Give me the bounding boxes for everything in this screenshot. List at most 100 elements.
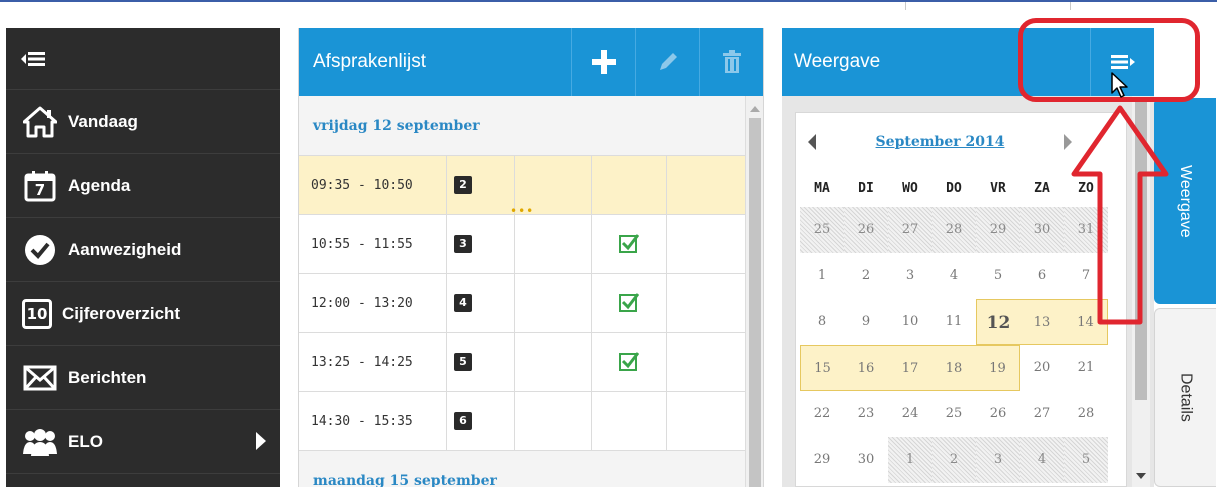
appointment-time: 10:55 - 11:55 [299, 215, 447, 273]
appointment-time: 14:30 - 15:35 [299, 392, 447, 450]
calendar-icon: 7 [22, 168, 58, 204]
grade-icon-number: 10 [26, 304, 48, 323]
scroll-down-icon[interactable] [1136, 473, 1146, 479]
calendar-day[interactable]: 25 [800, 207, 844, 253]
calendar-day[interactable]: 27 [1020, 391, 1064, 437]
calendar-day[interactable]: 13 [1020, 299, 1064, 345]
calendar-day[interactable]: 3 [888, 253, 932, 299]
tab-label: Details [1177, 373, 1195, 422]
appointments-panel: Afsprakenlijst vrijdag 12 september 09:3… [298, 28, 764, 487]
calendar-day[interactable]: 4 [1020, 437, 1064, 483]
calendar-day[interactable]: 4 [932, 253, 976, 299]
tab-details[interactable]: Details [1154, 308, 1216, 487]
calendar-day[interactable]: 21 [1064, 345, 1108, 391]
sidebar-item-label: Cijferoverzicht [62, 303, 181, 323]
sidebar-item-label: Agenda [68, 175, 131, 195]
weekday-label: MA [814, 181, 830, 196]
appointment-row[interactable]: 14:30 - 15:35 6 [299, 392, 745, 451]
calendar-day[interactable]: 15 [800, 345, 844, 391]
calendar-day[interactable]: 9 [844, 299, 888, 345]
calendar-day[interactable]: 20 [1020, 345, 1064, 391]
appointments-list: vrijdag 12 september 09:35 - 10:50 2 •••… [299, 96, 745, 487]
sidebar-item-berichten[interactable]: Berichten [6, 346, 280, 410]
users-icon [22, 424, 58, 460]
appointment-time: 09:35 - 10:50 [299, 156, 447, 214]
appointments-header: Afsprakenlijst [299, 28, 763, 96]
calendar-day[interactable]: 23 [844, 391, 888, 437]
calendar-day[interactable]: 19 [976, 345, 1020, 391]
calendar-day[interactable]: 22 [800, 391, 844, 437]
calendar-day[interactable]: 1 [800, 253, 844, 299]
appointment-time: 13:25 - 14:25 [299, 333, 447, 391]
pencil-icon [659, 53, 677, 70]
calendar-day[interactable]: 2 [844, 253, 888, 299]
calendar-day[interactable]: 30 [844, 437, 888, 483]
appointment-row[interactable]: 09:35 - 10:50 2 ••• [299, 156, 745, 218]
sidebar-item-aanwezigheid[interactable]: Aanwezigheid [6, 218, 280, 282]
calendar-week: 29 30 1 2 3 4 5 [796, 437, 1126, 483]
calendar-day[interactable]: 5 [1064, 437, 1108, 483]
calendar-day[interactable]: 5 [976, 253, 1020, 299]
tab-label: Weergave [1177, 164, 1194, 238]
sidebar-toggle-button[interactable] [6, 28, 280, 90]
calendar-day[interactable]: 28 [932, 207, 976, 253]
plus-icon [591, 50, 616, 74]
calendar-month-link[interactable]: September 2014 [876, 134, 1005, 150]
calendar-day[interactable]: 28 [1064, 391, 1108, 437]
envelope-icon [22, 360, 58, 396]
calendar-week: 22 23 24 25 26 27 28 [796, 391, 1126, 437]
calendar-day[interactable]: 8 [800, 299, 844, 345]
calendar-day[interactable]: 27 [888, 207, 932, 253]
previous-month-icon[interactable] [808, 134, 816, 150]
scrollbar-thumb[interactable] [749, 118, 761, 487]
collapse-menu-icon [21, 51, 45, 66]
sidebar-item-vandaag[interactable]: Vandaag [6, 90, 280, 154]
calendar-day[interactable]: 26 [976, 391, 1020, 437]
calendar-day[interactable]: 6 [1020, 253, 1064, 299]
calendar-day[interactable]: 25 [932, 391, 976, 437]
sidebar-item-agenda[interactable]: 7 Agenda [6, 154, 280, 218]
annotation-highlight-box [1018, 18, 1200, 102]
appointments-title: Afsprakenlijst [313, 51, 426, 72]
weekday-label: ZA [1034, 181, 1050, 196]
delete-appointment-button[interactable] [699, 28, 763, 96]
calendar-day-today[interactable]: 12 [976, 299, 1020, 345]
calendar-day[interactable]: 2 [932, 437, 976, 483]
day-header: maandag 15 september [299, 451, 745, 487]
weekday-label: DI [858, 181, 874, 196]
sidebar-item-elo[interactable]: ELO [6, 410, 280, 474]
edit-appointment-button[interactable] [635, 28, 699, 96]
sidebar-item-cijferoverzicht[interactable]: 10 Cijferoverzicht [6, 282, 280, 346]
calendar-day[interactable]: 24 [888, 391, 932, 437]
calendar-day[interactable]: 18 [932, 345, 976, 391]
mouse-cursor-icon [1111, 72, 1128, 98]
expand-arrow-icon[interactable] [256, 432, 266, 450]
scroll-up-icon[interactable] [750, 106, 760, 112]
hour-badge: 3 [454, 235, 472, 253]
appointment-row[interactable]: 10:55 - 11:55 3 [299, 215, 745, 274]
calendar-day[interactable]: 3 [976, 437, 1020, 483]
hour-badge: 2 [454, 176, 472, 194]
sidebar-item-label: Berichten [68, 367, 147, 387]
calendar-day[interactable]: 17 [888, 345, 932, 391]
appointment-row[interactable]: 12:00 - 13:20 4 [299, 274, 745, 333]
appointment-row[interactable]: 13:25 - 14:25 5 [299, 333, 745, 392]
calendar-day[interactable]: 29 [800, 437, 844, 483]
calendar-day[interactable]: 26 [844, 207, 888, 253]
calendar-day[interactable]: 11 [932, 299, 976, 345]
hour-badge: 4 [454, 294, 472, 312]
sidebar: Vandaag 7 Agenda Aanwezigheid 10 Cijfero… [6, 28, 280, 487]
appointments-scrollbar[interactable] [745, 96, 763, 487]
home-icon [22, 104, 58, 140]
add-appointment-button[interactable] [571, 28, 635, 96]
appointment-time: 12:00 - 13:20 [299, 274, 447, 332]
calendar-day[interactable]: 16 [844, 345, 888, 391]
weekday-label: DO [946, 181, 962, 196]
calendar-day[interactable]: 30 [1020, 207, 1064, 253]
calendar-day[interactable]: 1 [888, 437, 932, 483]
window-top-strip [0, 0, 1217, 10]
calendar-day[interactable]: 29 [976, 207, 1020, 253]
sidebar-item-label: Aanwezigheid [68, 239, 182, 259]
check-circle-icon [22, 232, 58, 268]
calendar-day[interactable]: 10 [888, 299, 932, 345]
